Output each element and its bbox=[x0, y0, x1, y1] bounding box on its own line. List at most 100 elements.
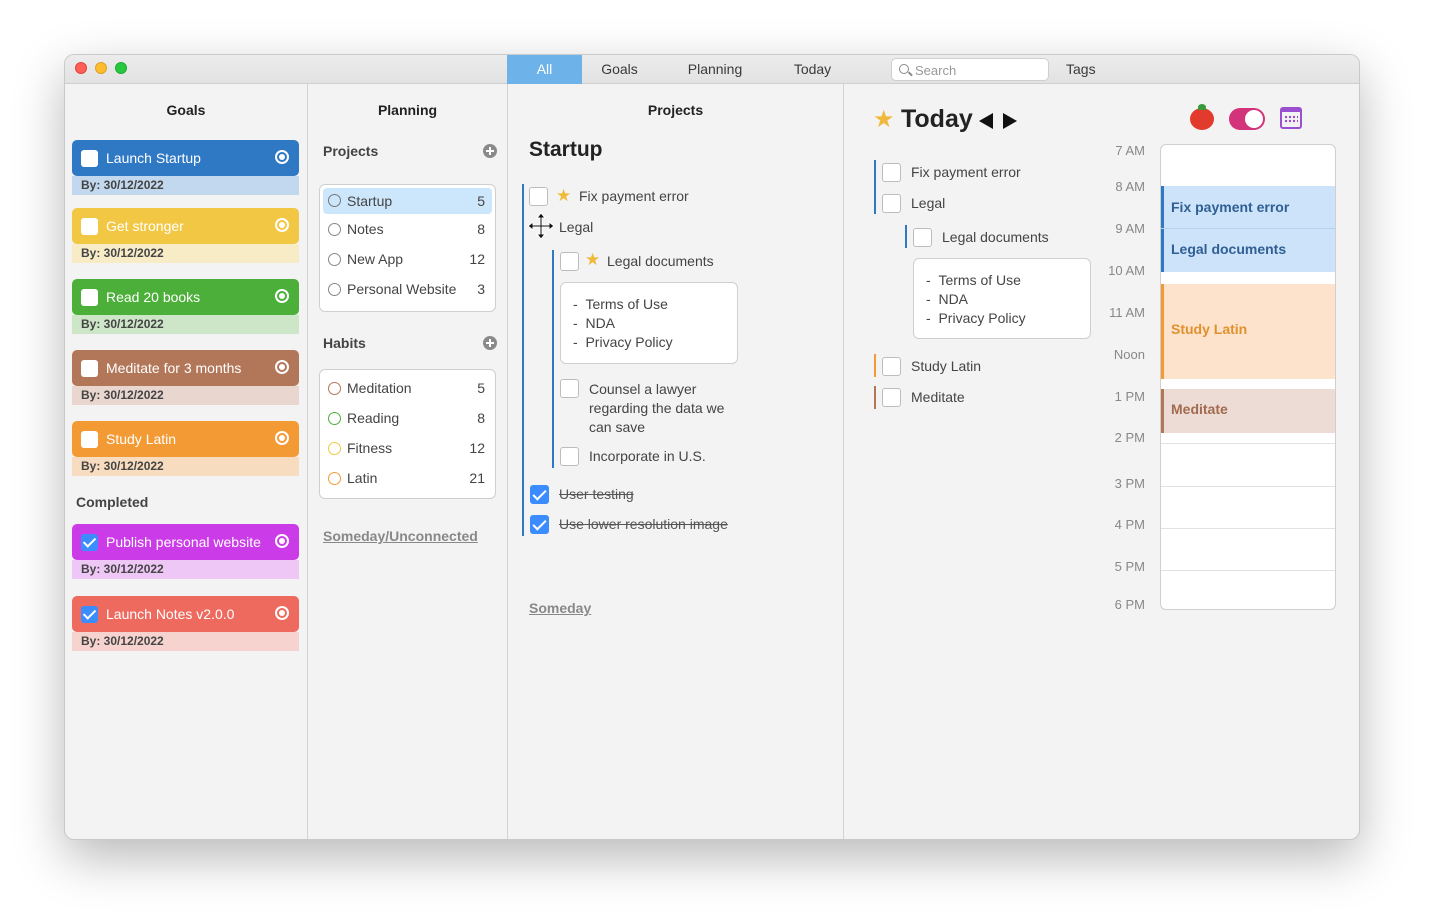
goal-title: Meditate for 3 months bbox=[106, 360, 242, 376]
note-item: - NDA bbox=[573, 315, 616, 331]
task-checkbox-checked[interactable] bbox=[530, 485, 549, 504]
task-title[interactable]: Study Latin bbox=[911, 358, 981, 374]
task-checkbox[interactable] bbox=[560, 379, 579, 398]
habit-item-fitness[interactable]: Fitness 12 bbox=[320, 433, 495, 463]
task-title[interactable]: Legal documents bbox=[607, 253, 714, 269]
tab-today[interactable]: Today bbox=[770, 55, 855, 84]
goal-checkbox[interactable] bbox=[81, 360, 98, 377]
hour-label: 1 PM bbox=[1114, 389, 1145, 404]
goal-header[interactable]: Launch Notes v2.0.0 bbox=[72, 596, 299, 632]
habit-item-reading[interactable]: Reading 8 bbox=[320, 403, 495, 433]
task-title[interactable]: Use lower resolution image bbox=[559, 516, 728, 532]
task-project-line bbox=[874, 354, 876, 377]
project-item-personal-website[interactable]: Personal Website 3 bbox=[320, 274, 495, 304]
project-item-startup[interactable]: Startup 5 bbox=[323, 188, 492, 214]
event-color-bar bbox=[1161, 389, 1164, 433]
goal-card[interactable]: Publish personal website By: 30/12/2022 bbox=[72, 524, 299, 579]
task-checkbox[interactable] bbox=[882, 388, 901, 407]
project-ring-icon bbox=[328, 253, 341, 266]
goal-checkbox[interactable] bbox=[81, 606, 98, 623]
goal-card[interactable]: Study Latin By: 30/12/2022 bbox=[72, 421, 299, 476]
project-item-new-app[interactable]: New App 12 bbox=[320, 244, 495, 274]
previous-day-icon[interactable] bbox=[979, 113, 993, 129]
task-notes[interactable]: - Terms of Use - NDA - Privacy Policy bbox=[560, 282, 738, 364]
star-icon[interactable]: ★ bbox=[556, 187, 571, 204]
tomato-timer-icon[interactable] bbox=[1190, 104, 1214, 130]
task-checkbox-checked[interactable] bbox=[530, 515, 549, 534]
task-checkbox[interactable] bbox=[882, 357, 901, 376]
task-title[interactable]: Legal documents bbox=[942, 229, 1049, 245]
search-input[interactable] bbox=[915, 62, 1040, 78]
goal-card[interactable]: Read 20 books By: 30/12/2022 bbox=[72, 279, 299, 334]
event-color-bar bbox=[1161, 186, 1164, 272]
day-calendar[interactable]: Fix payment error Legal documents Study … bbox=[1160, 144, 1336, 610]
someday-link[interactable]: Someday bbox=[529, 600, 591, 616]
subtask-tree-line bbox=[905, 225, 907, 248]
tab-planning[interactable]: Planning bbox=[670, 55, 760, 84]
next-day-icon[interactable] bbox=[1003, 113, 1017, 129]
tab-all[interactable]: All bbox=[507, 55, 582, 84]
goal-card[interactable]: Launch Notes v2.0.0 By: 30/12/2022 bbox=[72, 596, 299, 651]
project-label: Notes bbox=[347, 221, 384, 237]
minimize-button[interactable] bbox=[95, 62, 107, 74]
goal-header[interactable]: Read 20 books bbox=[72, 279, 299, 315]
goal-card[interactable]: Get stronger By: 30/12/2022 bbox=[72, 208, 299, 263]
calendar-event[interactable]: Meditate bbox=[1161, 389, 1335, 433]
habit-item-meditation[interactable]: Meditation 5 bbox=[320, 373, 495, 403]
goal-checkbox[interactable] bbox=[81, 431, 98, 448]
goal-card[interactable]: Launch Startup By: 30/12/2022 bbox=[72, 140, 299, 195]
star-icon[interactable]: ★ bbox=[585, 251, 600, 268]
goal-card[interactable]: Meditate for 3 months By: 30/12/2022 bbox=[72, 350, 299, 405]
goal-checkbox[interactable] bbox=[81, 534, 98, 551]
goal-title: Launch Notes v2.0.0 bbox=[106, 606, 235, 622]
habit-item-latin[interactable]: Latin 21 bbox=[320, 463, 495, 493]
task-checkbox[interactable] bbox=[560, 252, 579, 271]
hour-label: 5 PM bbox=[1114, 559, 1145, 574]
task-checkbox[interactable] bbox=[882, 194, 901, 213]
someday-unconnected-link[interactable]: Someday/Unconnected bbox=[323, 528, 478, 544]
calendar-toggle[interactable] bbox=[1229, 108, 1265, 130]
projects-column: Projects Startup ★ Fix payment error Leg… bbox=[508, 84, 844, 839]
search-box[interactable] bbox=[891, 58, 1049, 81]
goal-checkbox[interactable] bbox=[81, 218, 98, 235]
add-habit-icon[interactable] bbox=[483, 336, 497, 350]
goal-checkbox[interactable] bbox=[81, 150, 98, 167]
task-title[interactable]: Fix payment error bbox=[579, 188, 689, 204]
calendar-event[interactable]: Study Latin bbox=[1161, 284, 1335, 379]
task-checkbox[interactable] bbox=[913, 228, 932, 247]
task-title[interactable]: Legal bbox=[911, 195, 945, 211]
project-label: Personal Website bbox=[347, 281, 457, 297]
task-checkbox[interactable] bbox=[560, 447, 579, 466]
tab-goals[interactable]: Goals bbox=[582, 55, 657, 84]
goal-header[interactable]: Meditate for 3 months bbox=[72, 350, 299, 386]
task-title[interactable]: Fix payment error bbox=[911, 164, 1021, 180]
task-title[interactable]: Incorporate in U.S. bbox=[589, 448, 706, 464]
planning-title: Planning bbox=[377, 102, 438, 118]
add-project-icon[interactable] bbox=[483, 144, 497, 158]
goal-progress-icon bbox=[275, 431, 289, 445]
habit-count: 21 bbox=[469, 470, 485, 486]
goal-header[interactable]: Get stronger bbox=[72, 208, 299, 244]
close-button[interactable] bbox=[75, 62, 87, 74]
calendar-event[interactable]: Fix payment error Legal documents bbox=[1161, 186, 1335, 272]
project-count: 12 bbox=[469, 251, 485, 267]
project-item-notes[interactable]: Notes 8 bbox=[320, 214, 495, 244]
task-title[interactable]: Counsel a lawyer regarding the data we c… bbox=[589, 380, 724, 437]
project-ring-icon bbox=[328, 283, 341, 296]
task-title[interactable]: Meditate bbox=[911, 389, 965, 405]
task-title[interactable]: Legal bbox=[559, 219, 593, 235]
goal-header[interactable]: Launch Startup bbox=[72, 140, 299, 176]
task-checkbox[interactable] bbox=[529, 187, 548, 206]
habit-label: Fitness bbox=[347, 440, 393, 456]
goal-header[interactable]: Study Latin bbox=[72, 421, 299, 457]
calendar-icon[interactable] bbox=[1280, 107, 1302, 129]
zoom-button[interactable] bbox=[115, 62, 127, 74]
task-checkbox[interactable] bbox=[882, 163, 901, 182]
goal-header[interactable]: Publish personal website bbox=[72, 524, 299, 560]
task-title[interactable]: User testing bbox=[559, 486, 634, 502]
note-item: - Privacy Policy bbox=[573, 334, 673, 350]
tags-button[interactable]: Tags bbox=[1066, 55, 1096, 84]
completed-label: Completed bbox=[76, 494, 149, 510]
goal-due-date: By: 30/12/2022 bbox=[72, 176, 299, 195]
goal-checkbox[interactable] bbox=[81, 289, 98, 306]
